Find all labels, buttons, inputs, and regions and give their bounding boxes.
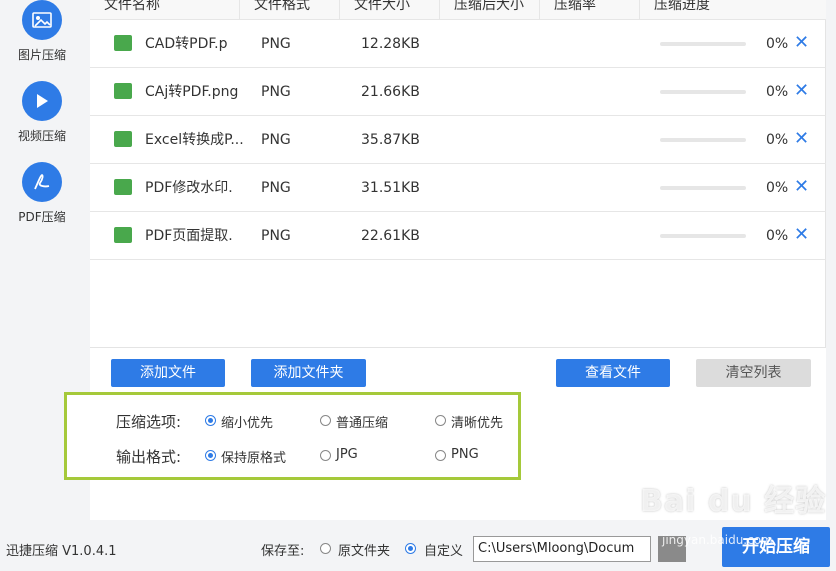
delete-icon[interactable]: ✕ [794,20,809,68]
table-row[interactable]: Excel转换成P... PNG 35.87KB 0% ✕ [90,116,826,164]
play-icon [22,81,62,121]
column-header-format[interactable]: 文件格式 [240,0,340,20]
file-size: 21.66KB [361,84,420,100]
pdf-icon [22,162,62,202]
image-file-icon [114,179,132,195]
file-format: PNG [261,36,291,52]
image-file-icon [114,227,132,243]
file-size: 12.28KB [361,36,420,52]
progress-percent: 0% [766,228,789,244]
save-to-label: 保存至: [261,544,305,559]
progress-bar [660,234,746,238]
file-format: PNG [261,132,291,148]
progress-bar [660,138,746,142]
sidebar-item-video-compress[interactable]: 视频压缩 [0,81,84,144]
radio-format-jpg[interactable] [320,450,331,461]
compress-option-label[interactable]: 普通压缩 [336,412,388,431]
clear-list-button[interactable]: 清空列表 [696,359,811,387]
table-row[interactable]: CAj转PDF.png PNG 21.66KB 0% ✕ [90,68,826,116]
save-option-label[interactable]: 原文件夹 [338,540,390,559]
table-header: 文件名称 文件格式 文件大小 压缩后大小 压缩率 压缩进度 [90,0,826,20]
file-name: CAj转PDF.png [145,84,239,100]
radio-save-custom[interactable] [405,543,416,554]
progress-percent: 0% [766,84,789,100]
delete-icon[interactable]: ✕ [794,116,809,164]
progress-percent: 0% [766,180,789,196]
format-option-label[interactable]: 保持原格式 [221,447,286,466]
output-format-label: 输出格式: [116,448,182,466]
file-name: Excel转换成P... [145,132,244,148]
options-panel: 压缩选项: 缩小优先 普通压缩 清晰优先 输出格式: 保持原格式 JPG PNG [64,392,521,480]
file-format: PNG [261,228,291,244]
sidebar-item-label: 图片压缩 [17,48,66,62]
output-path-input[interactable]: C:\Users\Mloong\Docum [473,536,651,562]
sidebar-item-image-compress[interactable]: 图片压缩 [0,0,84,63]
file-size: 35.87KB [361,132,420,148]
add-folder-button[interactable]: 添加文件夹 [251,359,366,387]
watermark-url: jingyan.baidu.com [662,533,773,547]
progress-bar [660,90,746,94]
delete-icon[interactable]: ✕ [794,212,809,260]
file-name: CAD转PDF.p [145,36,228,52]
progress-percent: 0% [766,132,789,148]
file-name: PDF修改水印. [145,180,233,196]
compress-options-label: 压缩选项: [116,413,182,431]
column-header-ratio[interactable]: 压缩率 [540,0,640,20]
radio-compress-normal[interactable] [320,415,331,426]
table-row[interactable]: CAD转PDF.p PNG 12.28KB 0% ✕ [90,20,826,68]
image-file-icon [114,83,132,99]
view-files-button[interactable]: 查看文件 [556,359,670,387]
table-row[interactable]: PDF修改水印. PNG 31.51KB 0% ✕ [90,164,826,212]
baidu-watermark: Bai du 经验 [640,484,827,519]
progress-percent: 0% [766,36,789,52]
radio-format-original[interactable] [205,450,216,461]
file-table: 文件名称 文件格式 文件大小 压缩后大小 压缩率 压缩进度 CAD转PDF.p … [90,0,826,348]
add-file-button[interactable]: 添加文件 [111,359,225,387]
version-label: 迅捷压缩 V1.0.4.1 [6,544,117,559]
column-header-name[interactable]: 文件名称 [90,0,240,20]
delete-icon[interactable]: ✕ [794,164,809,212]
sidebar-item-label: PDF压缩 [18,210,66,224]
compress-option-label[interactable]: 清晰优先 [451,412,503,431]
image-icon [22,0,62,40]
radio-compress-small[interactable] [205,415,216,426]
column-header-compressed-size[interactable]: 压缩后大小 [440,0,540,20]
progress-bar [660,42,746,46]
column-header-size[interactable]: 文件大小 [340,0,440,20]
format-option-label[interactable]: JPG [336,447,358,462]
table-row[interactable]: PDF页面提取. PNG 22.61KB 0% ✕ [90,212,826,260]
format-option-label[interactable]: PNG [451,447,479,462]
sidebar-item-label: 视频压缩 [17,129,66,143]
radio-format-png[interactable] [435,450,446,461]
file-name: PDF页面提取. [145,228,233,244]
image-file-icon [114,131,132,147]
delete-icon[interactable]: ✕ [794,68,809,116]
save-option-label[interactable]: 自定义 [424,540,463,559]
image-file-icon [114,35,132,51]
file-format: PNG [261,180,291,196]
compress-option-label[interactable]: 缩小优先 [221,412,273,431]
radio-compress-clear[interactable] [435,415,446,426]
file-format: PNG [261,84,291,100]
file-size: 22.61KB [361,228,420,244]
progress-bar [660,186,746,190]
sidebar-item-pdf-compress[interactable]: PDF压缩 [0,162,84,225]
radio-save-original-folder[interactable] [320,543,331,554]
file-size: 31.51KB [361,180,420,196]
column-header-progress[interactable]: 压缩进度 [640,0,826,20]
